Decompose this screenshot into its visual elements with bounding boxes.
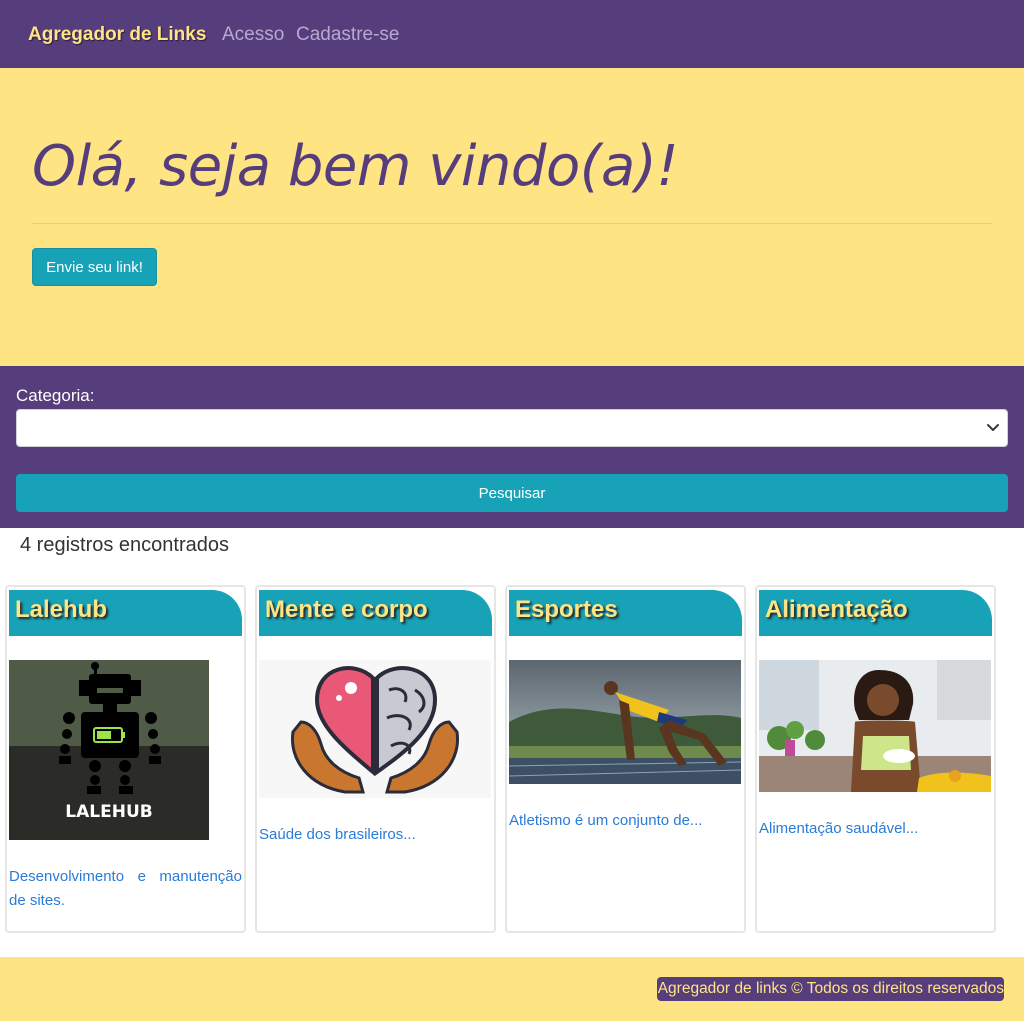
card-description[interactable]: Alimentação saudável...	[759, 817, 992, 841]
top-navbar: Agregador de Links Acesso Cadastre-se	[0, 0, 1024, 68]
category-select[interactable]	[16, 409, 1008, 447]
nav-link-cadastre-se[interactable]: Cadastre-se	[296, 24, 400, 46]
hero-divider	[32, 223, 992, 224]
sprinter-photo-icon	[509, 660, 741, 784]
welcome-title: Olá, seja bem vindo(a)!	[32, 134, 679, 199]
card-title[interactable]: Mente e corpo	[265, 596, 428, 624]
card-description[interactable]: Saúde dos brasileiros...	[259, 823, 492, 847]
card-image-mente-e-corpo[interactable]	[259, 660, 491, 798]
card-alimentacao[interactable]: Alimentação Alimentação saudável...	[755, 585, 996, 933]
card-image-lalehub[interactable]: LALEHUB	[9, 660, 209, 840]
nav-link-acesso[interactable]: Acesso	[222, 24, 284, 46]
card-description[interactable]: Atletismo é um conjunto de...	[509, 809, 742, 833]
lalehub-logo-text: LALEHUB	[65, 802, 152, 822]
card-esportes[interactable]: Esportes Atletismo é um conjunto de...	[505, 585, 746, 933]
card-header: Mente e corpo	[259, 590, 492, 636]
chevron-down-icon	[987, 424, 999, 431]
card-image-alimentacao[interactable]	[759, 660, 991, 792]
card-title[interactable]: Lalehub	[15, 596, 107, 624]
results-count: 4 registros encontrados	[20, 534, 230, 556]
healthy-food-photo-icon	[759, 660, 991, 792]
card-title[interactable]: Esportes	[515, 596, 618, 624]
search-button[interactable]: Pesquisar	[16, 474, 1008, 512]
card-title[interactable]: Alimentação	[765, 596, 908, 624]
card-header: Lalehub	[9, 590, 242, 636]
page-footer: Agregador de links © Todos os direitos r…	[0, 957, 1024, 1021]
heart-brain-icon	[259, 660, 491, 798]
robot-logo-icon: LALEHUB	[9, 660, 209, 840]
footer-copyright: Agregador de links © Todos os direitos r…	[656, 977, 1004, 1001]
send-link-button[interactable]: Envie seu link!	[32, 248, 157, 286]
search-panel: Categoria: Pesquisar	[0, 366, 1024, 528]
card-header: Alimentação	[759, 590, 992, 636]
card-description[interactable]: Desenvolvimento e manutenção de sites.	[9, 865, 242, 913]
category-label: Categoria:	[16, 386, 95, 405]
card-image-esportes[interactable]	[509, 660, 741, 784]
card-mente-e-corpo[interactable]: Mente e corpo Saúde dos brasileiros...	[255, 585, 496, 933]
card-lalehub[interactable]: Lalehub LALEHUB Desenvolvimento e manute…	[5, 585, 246, 933]
welcome-jumbotron: Olá, seja bem vindo(a)! Envie seu link!	[0, 68, 1024, 366]
card-header: Esportes	[509, 590, 742, 636]
brand-link[interactable]: Agregador de Links	[28, 24, 206, 46]
